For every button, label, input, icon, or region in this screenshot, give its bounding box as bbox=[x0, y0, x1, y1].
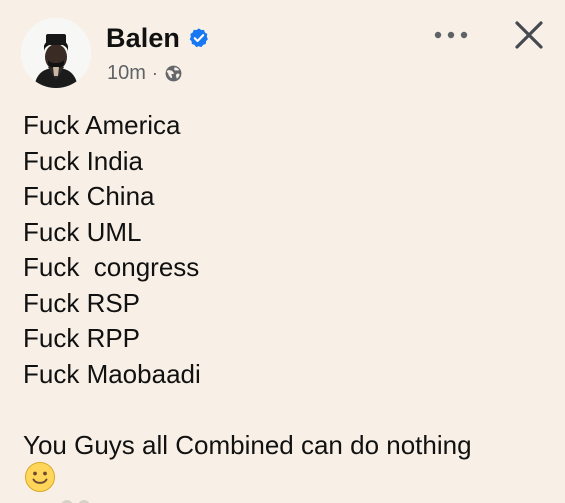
avatar[interactable] bbox=[21, 18, 91, 88]
author-line: Balen bbox=[106, 22, 210, 54]
post-line-4: Fuck UML bbox=[23, 216, 142, 247]
post-line-1: Fuck America bbox=[23, 110, 181, 140]
post-line-8: Fuck Maobaadi bbox=[23, 358, 201, 389]
post-line-5: Fuck congress bbox=[23, 252, 200, 282]
globe-icon[interactable] bbox=[164, 64, 183, 83]
post-line-2: Fuck India bbox=[23, 145, 143, 176]
close-icon bbox=[515, 21, 543, 49]
post-header: Balen 10m · bbox=[0, 0, 565, 100]
meta-separator: · bbox=[151, 63, 158, 83]
smiling-face-icon bbox=[25, 462, 55, 492]
post-timestamp[interactable]: 10m bbox=[107, 60, 146, 86]
reaction-icons bbox=[61, 500, 90, 503]
verified-badge-icon bbox=[189, 28, 208, 48]
close-button[interactable] bbox=[509, 15, 549, 55]
post-line-7: Fuck RPP bbox=[23, 323, 141, 353]
profile-photo bbox=[21, 18, 91, 88]
post-closing-line: You Guys all Combined can do nothing bbox=[23, 429, 472, 460]
more-options-button[interactable] bbox=[431, 23, 471, 47]
post-text: Fuck America Fuck India Fuck China Fuck … bbox=[23, 108, 543, 463]
author-name[interactable]: Balen bbox=[106, 22, 180, 54]
paragraph-break bbox=[23, 392, 543, 428]
post-line-3: Fuck China bbox=[23, 181, 155, 211]
post-line-6: Fuck RSP bbox=[23, 287, 141, 318]
post-meta: 10m · bbox=[107, 60, 183, 86]
facebook-post: Balen 10m · Fuck America Fuck India Fuck… bbox=[0, 0, 565, 503]
more-options-icon bbox=[434, 31, 468, 39]
